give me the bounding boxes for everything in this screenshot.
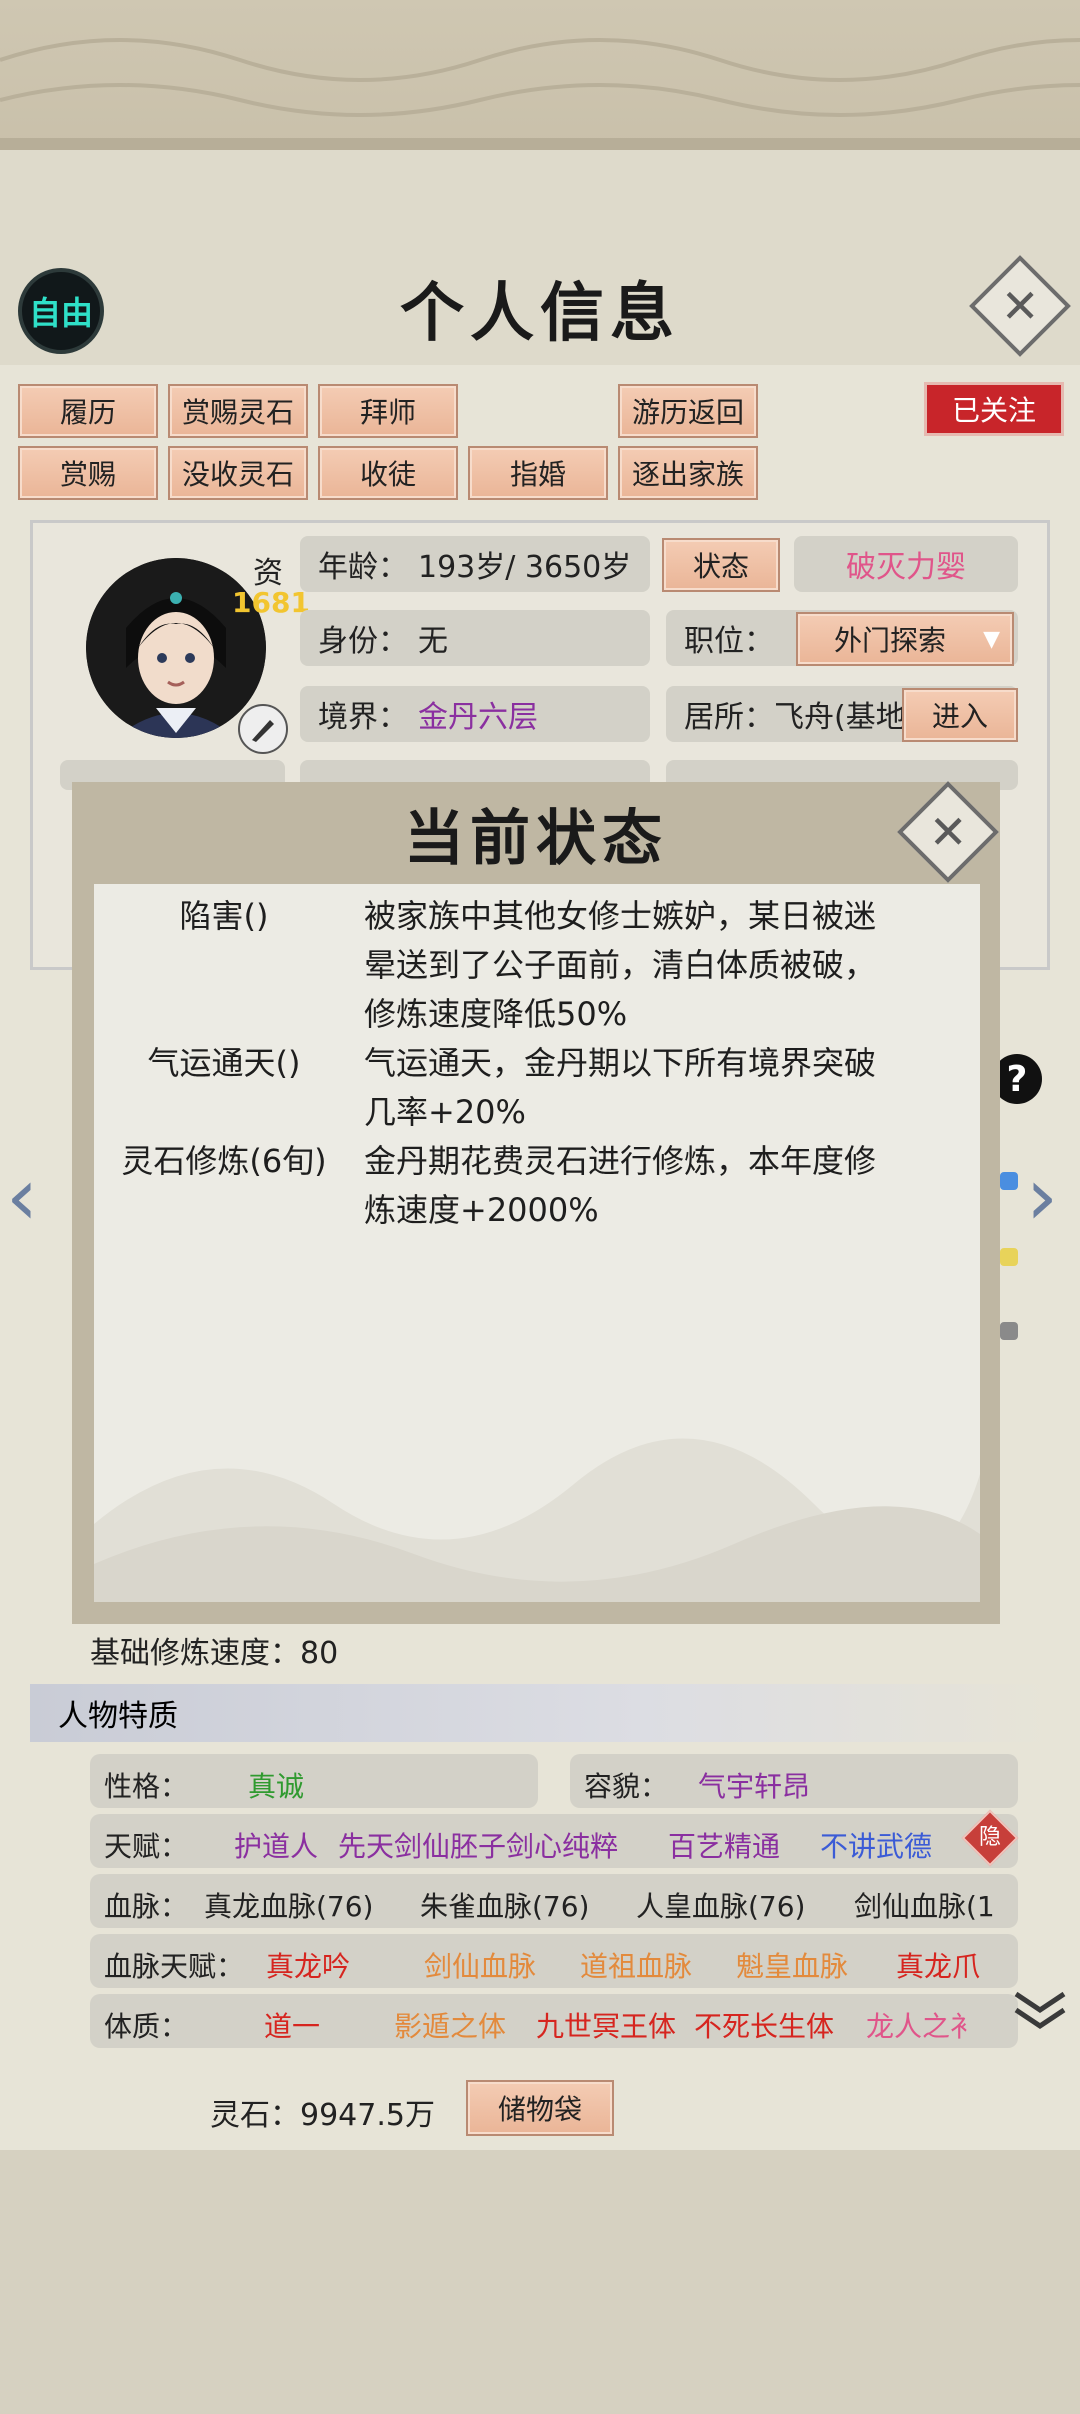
looks-value: 气宇轩昂 <box>698 1770 811 1803</box>
return-from-travel-button[interactable]: 游历返回 <box>618 384 758 438</box>
bloodline-row: 血脉： 真龙血脉(76) 朱雀血脉(76) 人皇血脉(76) 剑仙血脉(1 <box>90 1874 1018 1928</box>
bloodline-talent-item[interactable]: 真龙吟 <box>266 1945 350 1985</box>
position-label: 职位： <box>684 624 774 659</box>
landscape-watermark <box>94 1438 980 1602</box>
age-label: 年龄： <box>318 550 408 585</box>
traits-section-header: 人物特质 <box>30 1684 1050 1742</box>
identity-field: 身份： 无 <box>300 610 650 666</box>
personality-row: 性格： 真诚 <box>90 1754 538 1808</box>
physique-item[interactable]: 九世冥王体 <box>536 2005 676 2045</box>
indicator-dot <box>1000 1248 1018 1266</box>
physique-row: 体质： 道一 影遁之体 九世冥王体 不死长生体 龙人之衤 <box>90 1994 1018 2048</box>
status-list: 陷害() 被家族中其他女修士嫉妒，某日被迷 晕送到了公子面前，清白体质被破， 修… <box>94 884 980 1602</box>
position-value: 外门探索 <box>834 624 947 657</box>
breakthrough-badge: 破灭力婴 <box>794 536 1018 592</box>
bloodline-talent-label: 血脉天赋： <box>104 1950 245 1983</box>
bloodline-talent-row: 血脉天赋： 真龙吟 剑仙血脉 道祖血脉 魁皇血脉 真龙爪 <box>90 1934 1018 1988</box>
top-decoration <box>0 0 1080 150</box>
character-avatar[interactable] <box>86 558 266 738</box>
history-button[interactable]: 履历 <box>18 384 158 438</box>
physique-item[interactable]: 龙人之衤 <box>866 2005 978 2045</box>
next-arrow-icon[interactable]: › <box>1026 1150 1058 1243</box>
status-name: 灵石修炼(6旬) <box>121 1142 327 1180</box>
talent-item[interactable]: 先天剑仙胚子 <box>338 1825 506 1865</box>
status-description: 金丹期花费灵石进行修炼，本年度修 炼速度+2000% <box>364 1142 877 1229</box>
spirit-stone-total: 灵石：9947.5万 <box>210 2098 435 2133</box>
chevron-down-icon: ▼ <box>983 626 1000 652</box>
status-name: 气运通天() <box>147 1044 301 1082</box>
personality-value: 真诚 <box>248 1770 305 1803</box>
take-disciple-button[interactable]: 收徒 <box>318 446 458 500</box>
talent-item[interactable]: 剑心纯粹 <box>506 1825 618 1865</box>
status-description: 被家族中其他女修士嫉妒，某日被迷 晕送到了公子面前，清白体质被破， 修炼速度降低… <box>364 897 877 1033</box>
page-title: 个人信息 <box>400 276 680 351</box>
dialog-title: 当前状态 <box>404 804 668 874</box>
status-name: 陷害() <box>179 897 269 935</box>
bloodline-talent-item[interactable]: 剑仙血脉 <box>424 1945 536 1985</box>
bloodline-talent-item[interactable]: 真龙爪 <box>896 1945 980 1985</box>
indicator-dot <box>1000 1172 1018 1190</box>
dialog-close-button[interactable]: ✕ <box>897 781 999 883</box>
reward-button[interactable]: 赏赐 <box>18 446 158 500</box>
talent-row: 天赋： 护道人 先天剑仙胚子 剑心纯粹 百艺精通 不讲武德 <box>90 1814 1018 1868</box>
looks-label: 容貌： <box>584 1770 669 1803</box>
physique-label: 体质： <box>104 2010 189 2043</box>
physique-item[interactable]: 道一 <box>264 2005 320 2045</box>
realm-value: 金丹六层 <box>418 700 538 735</box>
followed-button[interactable]: 已关注 <box>924 382 1064 436</box>
age-field: 年龄： 193岁/ 3650岁 <box>300 536 650 592</box>
physique-item[interactable]: 影遁之体 <box>394 2005 506 2045</box>
age-value: 193岁/ 3650岁 <box>418 550 632 585</box>
edit-icon[interactable] <box>238 704 288 754</box>
personality-label: 性格： <box>104 1770 189 1803</box>
close-icon: ✕ <box>1000 278 1040 333</box>
bloodline-talent-item[interactable]: 魁皇血脉 <box>736 1945 848 1985</box>
bottom-area <box>0 2150 1080 2414</box>
talent-label: 天赋： <box>104 1830 189 1863</box>
bloodline-item[interactable]: 朱雀血脉(76) <box>420 1885 589 1925</box>
identity-value: 无 <box>418 624 448 659</box>
bloodline-item[interactable]: 真龙血脉(76) <box>204 1885 373 1925</box>
bloodline-item[interactable]: 人皇血脉(76) <box>636 1885 805 1925</box>
confiscate-spirit-stone-button[interactable]: 没收灵石 <box>168 446 308 500</box>
previous-arrow-icon[interactable]: ‹ <box>6 1150 38 1243</box>
talent-item[interactable]: 护道人 <box>234 1825 318 1865</box>
arrange-marriage-button[interactable]: 指婚 <box>468 446 608 500</box>
bloodline-talent-item[interactable]: 道祖血脉 <box>580 1945 692 1985</box>
hide-icon: 隐 <box>978 1825 1001 1850</box>
realm-label: 境界： <box>318 700 408 735</box>
aptitude-value: 1681 <box>232 586 310 619</box>
bloodline-label: 血脉： <box>104 1890 189 1923</box>
take-master-button[interactable]: 拜师 <box>318 384 458 438</box>
reward-spirit-stone-button[interactable]: 赏赐灵石 <box>168 384 308 438</box>
talent-item[interactable]: 百艺精通 <box>668 1825 780 1865</box>
traits-section-title: 人物特质 <box>58 1699 178 1734</box>
base-cultivation-speed: 基础修炼速度：80 <box>90 1636 339 1671</box>
close-icon: ✕ <box>928 804 968 859</box>
status-description: 气运通天，金丹期以下所有境界突破 几率+20% <box>364 1044 877 1131</box>
residence-value: 飞舟(基地 <box>774 700 906 735</box>
close-button[interactable]: ✕ <box>969 255 1071 357</box>
expel-from-clan-button[interactable]: 逐出家族 <box>618 446 758 500</box>
bloodline-item[interactable]: 剑仙血脉(1 <box>854 1885 995 1925</box>
scroll-down-icon[interactable] <box>1012 1988 1068 2034</box>
status-button[interactable]: 状态 <box>662 538 780 592</box>
position-dropdown[interactable]: 外门探索 ▼ <box>796 612 1014 666</box>
storage-bag-button[interactable]: 储物袋 <box>466 2080 614 2136</box>
free-mode-badge[interactable]: 自由 <box>18 268 104 354</box>
physique-item[interactable]: 不死长生体 <box>694 2005 834 2045</box>
indicator-dot <box>1000 1322 1018 1340</box>
identity-label: 身份： <box>318 624 408 659</box>
realm-field: 境界： 金丹六层 <box>300 686 650 742</box>
enter-residence-button[interactable]: 进入 <box>902 688 1018 742</box>
residence-label: 居所： <box>684 700 774 735</box>
talent-item[interactable]: 不讲武德 <box>820 1825 932 1865</box>
looks-row: 容貌： 气宇轩昂 <box>570 1754 1018 1808</box>
